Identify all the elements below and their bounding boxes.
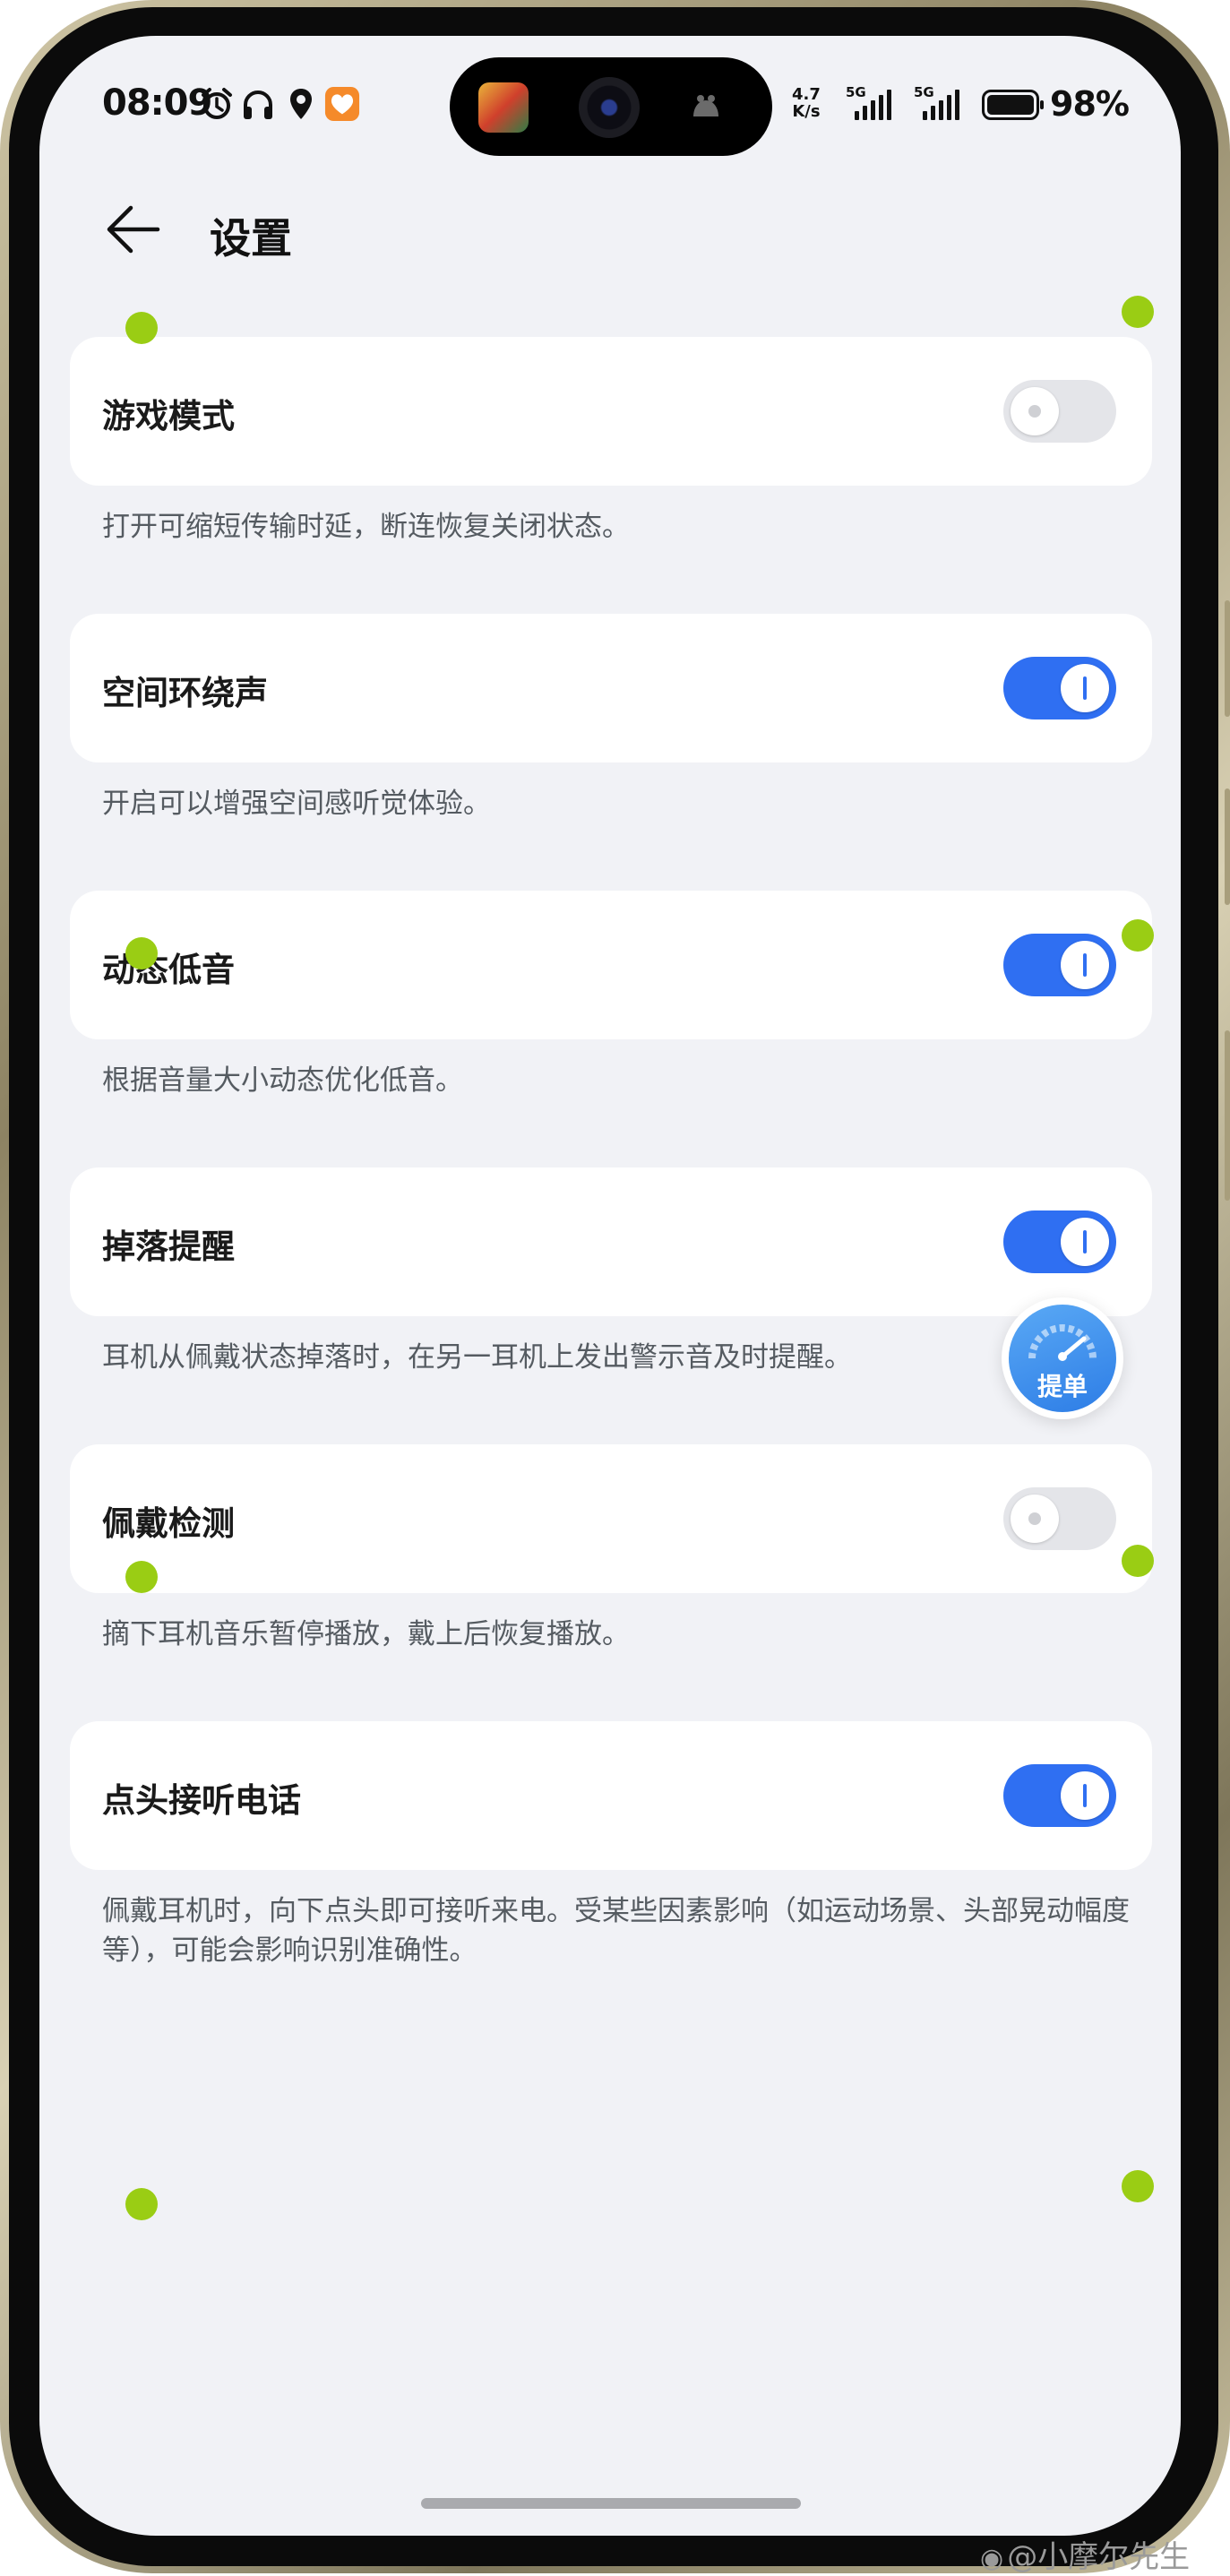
battery-percent: 98% bbox=[1050, 84, 1130, 124]
weibo-icon: ◉ bbox=[980, 2543, 1004, 2574]
headphones-icon bbox=[240, 86, 276, 122]
setting-row-nod-to-answer: 点头接听电话 bbox=[70, 1721, 1152, 1870]
wear-detection-toggle[interactable] bbox=[1003, 1487, 1116, 1550]
setting-label: 游戏模式 bbox=[102, 397, 235, 435]
setting-row-wear-detection: 佩戴检测 bbox=[70, 1444, 1152, 1593]
setting-description: 开启可以增强空间感听觉体验。 bbox=[102, 788, 491, 820]
health-app-icon bbox=[324, 86, 360, 122]
network-speed-value: 4.7 bbox=[792, 85, 821, 104]
watermark-text: @小摩尔先生 bbox=[1007, 2539, 1191, 2575]
setting-row-dynamic-bass: 动态低音 bbox=[70, 891, 1152, 1039]
marker-dot bbox=[1122, 296, 1154, 328]
page-title: 设置 bbox=[210, 214, 292, 263]
setting-label: 空间环绕声 bbox=[102, 674, 268, 712]
marker-dot bbox=[1122, 919, 1154, 952]
alarm-icon bbox=[199, 86, 235, 122]
marker-dot bbox=[1122, 1545, 1154, 1577]
setting-description: 摘下耳机音乐暂停播放，戴上后恢复播放。 bbox=[102, 1618, 630, 1650]
back-arrow-icon bbox=[107, 205, 160, 254]
status-bar: 08:09 4.7 K/s 5G 5G 98% bbox=[39, 36, 1181, 170]
network-speed-unit: K/s bbox=[792, 102, 821, 121]
nod-to-answer-toggle[interactable] bbox=[1003, 1764, 1116, 1827]
setting-label: 动态低音 bbox=[102, 951, 235, 989]
volume-down-button bbox=[1225, 788, 1230, 905]
back-button[interactable] bbox=[100, 197, 165, 262]
marker-dot bbox=[125, 312, 158, 344]
setting-row-spatial-audio: 空间环绕声 bbox=[70, 614, 1152, 762]
game-app-icon bbox=[478, 82, 529, 133]
game-mode-toggle[interactable] bbox=[1003, 380, 1116, 443]
setting-row-game-mode: 游戏模式 bbox=[70, 337, 1152, 486]
marker-dot bbox=[125, 937, 158, 969]
volume-up-button bbox=[1225, 600, 1230, 717]
marker-dot bbox=[125, 2188, 158, 2220]
dynamic-island bbox=[450, 57, 772, 156]
setting-description: 耳机从佩戴状态掉落时，在另一耳机上发出警示音及时提醒。 bbox=[102, 1341, 852, 1374]
speedometer-icon bbox=[1028, 1324, 1097, 1361]
power-button bbox=[1225, 1030, 1230, 1201]
watermark: ◉ @小摩尔先生 bbox=[980, 2532, 1190, 2576]
network-speed: 4.7 K/s bbox=[792, 86, 821, 120]
screen: 08:09 4.7 K/s 5G 5G 98% 设置 游戏模式 打开可缩短传输时… bbox=[39, 36, 1181, 2536]
marker-dot bbox=[1122, 2170, 1154, 2202]
home-indicator[interactable] bbox=[421, 2498, 801, 2509]
marker-dot bbox=[125, 1561, 158, 1593]
dynamic-bass-toggle[interactable] bbox=[1003, 934, 1116, 996]
front-camera bbox=[579, 77, 640, 138]
submit-ticket-label: 提单 bbox=[1036, 1372, 1088, 1401]
submit-ticket-button[interactable]: 提单 bbox=[1002, 1297, 1123, 1419]
setting-description: 打开可缩短传输时延，断连恢复关闭状态。 bbox=[102, 511, 630, 543]
status-time: 08:09 bbox=[102, 82, 212, 124]
location-icon bbox=[283, 86, 319, 122]
battery-icon bbox=[982, 90, 1044, 120]
pet-icon bbox=[690, 91, 722, 120]
drop-alert-toggle[interactable] bbox=[1003, 1210, 1116, 1273]
setting-label: 点头接听电话 bbox=[102, 1781, 301, 1820]
setting-row-drop-alert: 掉落提醒 bbox=[70, 1167, 1152, 1316]
setting-label: 掉落提醒 bbox=[102, 1228, 235, 1266]
signal-sim2-icon: 5G bbox=[914, 84, 968, 124]
spatial-audio-toggle[interactable] bbox=[1003, 657, 1116, 719]
setting-description: 根据音量大小动态优化低音。 bbox=[102, 1064, 463, 1097]
signal-sim1-icon: 5G bbox=[846, 84, 899, 124]
setting-description: 佩戴耳机时，向下点头即可接听来电。受某些因素影响（如运动场景、头部晃动幅度等），… bbox=[102, 1895, 1130, 1967]
setting-label: 佩戴检测 bbox=[102, 1504, 235, 1543]
